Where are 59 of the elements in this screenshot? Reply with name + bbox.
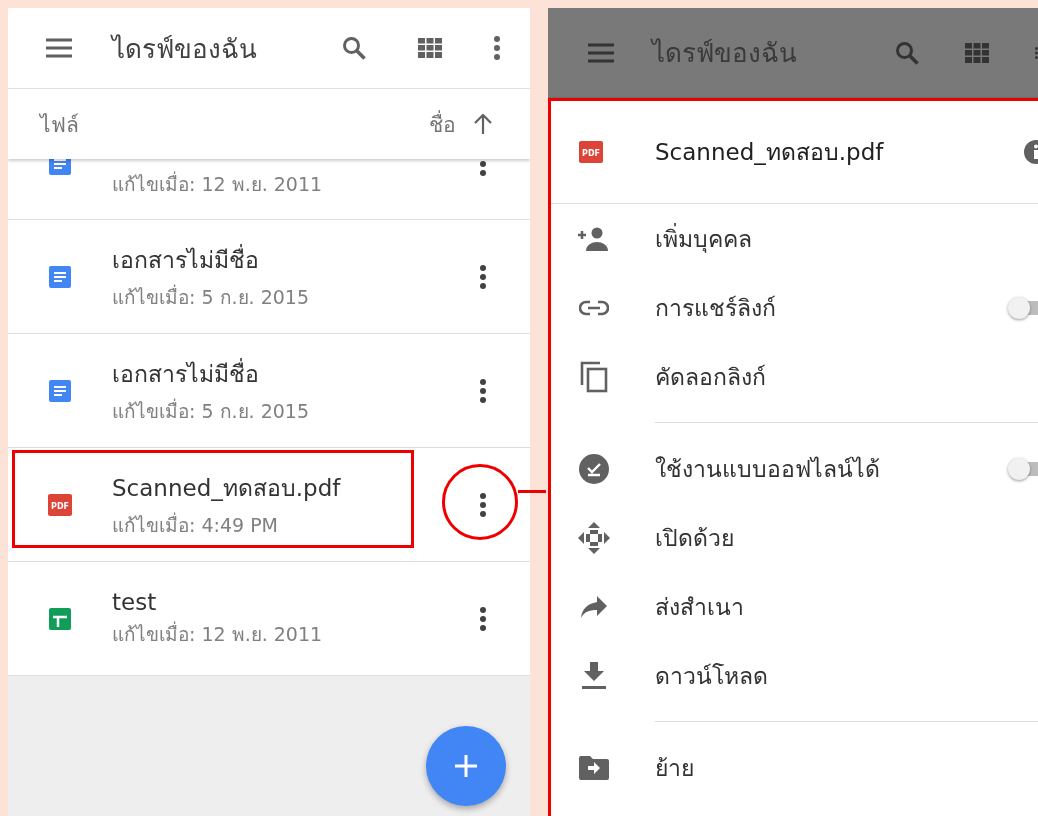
link-icon xyxy=(579,299,609,316)
menu-item[interactable]: เพิ่มบุคคล xyxy=(551,204,1038,273)
file-name: เอกสารไม่มีชื่อ xyxy=(112,243,260,275)
open-with-icon xyxy=(578,521,610,554)
toggle-switch[interactable] xyxy=(1008,296,1038,319)
section-label: ไฟล์ xyxy=(40,111,80,139)
menu-icon[interactable] xyxy=(46,38,72,58)
more-options-icon[interactable] xyxy=(480,606,486,631)
document-icon xyxy=(49,379,71,402)
file-name: Scanned_ทดสอบ.pdf xyxy=(112,473,342,503)
search-icon[interactable] xyxy=(342,36,366,60)
file-row[interactable]: PDF Scanned_ทดสอบ.pdf แก้ไขเมื่อ: 4:49 PM xyxy=(8,448,530,562)
grid-view-icon[interactable] xyxy=(418,38,442,58)
more-options-icon[interactable] xyxy=(494,36,500,60)
document-icon xyxy=(49,265,71,288)
more-options-icon[interactable] xyxy=(480,264,486,289)
file-name: เอกสารไม่มีชื่อ xyxy=(112,357,260,389)
file-row[interactable]: เอกสารไม่มีชื่อ แก้ไขเมื่อ: 5 ก.ย. 2015 xyxy=(8,220,530,334)
more-options-icon[interactable] xyxy=(480,492,486,517)
menu-item[interactable]: ดาวน์โหลด xyxy=(551,641,1038,710)
forward-arrow-icon xyxy=(581,595,607,618)
file-modified: แก้ไขเมื่อ: 5 ก.ย. 2015 xyxy=(112,283,311,310)
add-button[interactable] xyxy=(426,726,506,806)
app-title: ไดรฟ์ของฉัน xyxy=(112,32,258,66)
add-person-icon xyxy=(578,226,610,251)
sort-button[interactable]: ชื่อ xyxy=(429,107,456,141)
plus-icon xyxy=(455,755,477,777)
file-row[interactable]: เอกสารไม่มีชื่อ แก้ไขเมื่อ: 5 ก.ย. 2015 xyxy=(8,334,530,448)
file-modified: แก้ไขเมื่อ: 5 ก.ย. 2015 xyxy=(112,397,311,424)
grid-view-icon[interactable] xyxy=(965,42,989,63)
offline-check-icon xyxy=(579,453,609,484)
menu-item[interactable]: ส่งสำเนา xyxy=(551,572,1038,641)
menu-item[interactable]: คัดลอกลิงก์ xyxy=(551,342,1038,411)
menu-item[interactable]: ใช้งานแบบออฟไลน์ได้ xyxy=(551,434,1038,503)
sort-arrow-icon[interactable] xyxy=(474,114,492,134)
more-options-icon[interactable] xyxy=(480,161,486,176)
move-folder-icon xyxy=(579,755,609,780)
more-options-icon[interactable] xyxy=(480,378,486,403)
search-icon[interactable] xyxy=(895,40,919,65)
sheet-title: Scanned_ทดสอบ.pdf xyxy=(655,138,885,167)
menu-icon[interactable] xyxy=(588,42,614,63)
file-modified: แก้ไขเมื่อ: 12 พ.ย. 2011 xyxy=(112,170,324,197)
connector-line xyxy=(518,490,546,493)
menu-item[interactable]: ย้าย xyxy=(551,733,1038,802)
menu-item[interactable]: เปิดด้วย xyxy=(551,503,1038,572)
copy-icon xyxy=(580,360,608,393)
menu-item[interactable]: การแชร์ลิงก์ xyxy=(551,273,1038,342)
toggle-switch[interactable] xyxy=(1008,457,1038,480)
app-title: ไดรฟ์ของฉัน xyxy=(652,37,798,70)
info-icon[interactable] xyxy=(1024,140,1038,164)
file-modified: แก้ไขเมื่อ: 4:49 PM xyxy=(112,511,279,538)
download-icon xyxy=(582,661,606,690)
file-name: test xyxy=(112,588,158,615)
spreadsheet-icon xyxy=(49,607,71,630)
file-row[interactable]: แก้ไขเมื่อ: 12 พ.ย. 2011 xyxy=(8,159,530,220)
pdf-icon: PDF xyxy=(579,141,603,163)
file-modified: แก้ไขเมื่อ: 12 พ.ย. 2011 xyxy=(112,620,324,647)
file-row[interactable]: test แก้ไขเมื่อ: 12 พ.ย. 2011 xyxy=(8,562,530,676)
pdf-icon: PDF xyxy=(48,493,72,516)
